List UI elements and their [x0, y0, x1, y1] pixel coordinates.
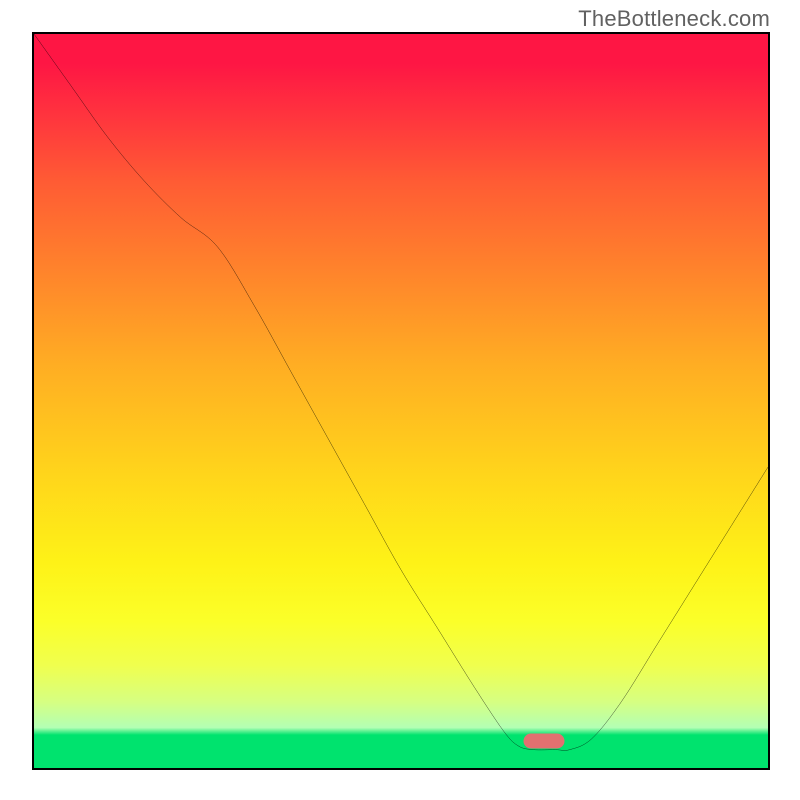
chart-plot-area [32, 32, 770, 770]
optimal-marker [524, 733, 565, 748]
bottleneck-curve-path [34, 34, 768, 750]
chart-curve-svg [34, 34, 768, 768]
watermark-text: TheBottleneck.com [578, 6, 770, 32]
